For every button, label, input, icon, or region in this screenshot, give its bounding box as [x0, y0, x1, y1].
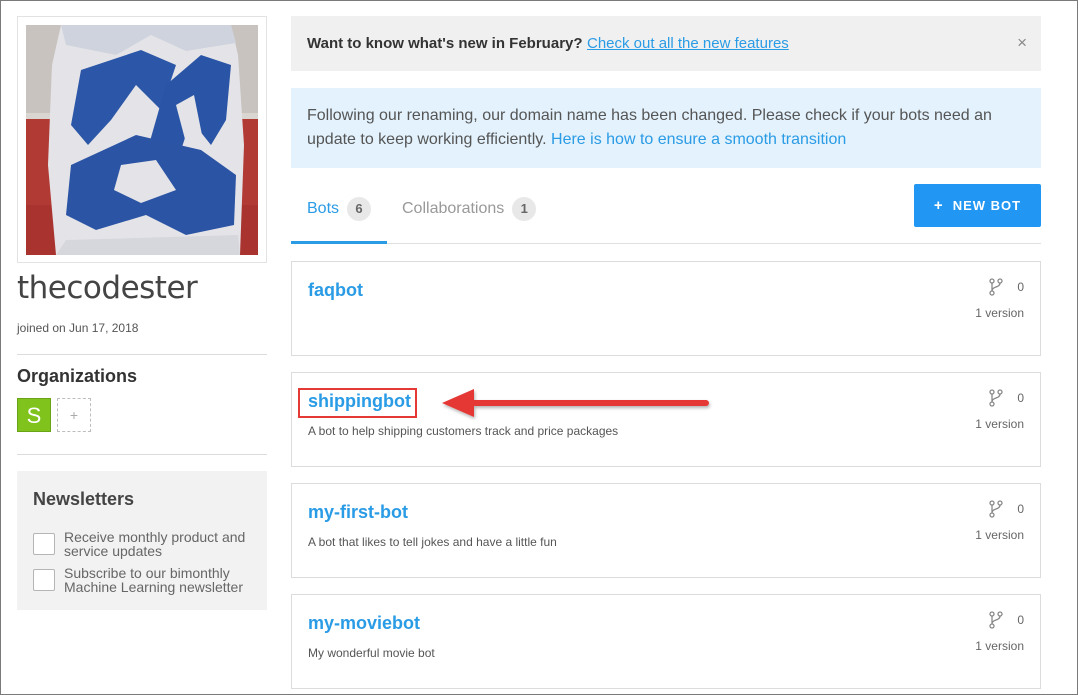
newsletter-checkbox[interactable] — [33, 533, 55, 555]
fork-count: 0 — [1017, 391, 1024, 405]
bot-description: My wonderful movie bot — [308, 646, 435, 660]
newsletter-label: Subscribe to our bimonthly Machine Learn… — [64, 565, 243, 595]
bot-card-my-first-bot[interactable]: my-first-bot A bot that likes to tell jo… — [291, 483, 1041, 578]
fork-icon — [989, 500, 1003, 518]
avatar[interactable] — [17, 16, 267, 263]
tab-label: Collaborations — [402, 200, 505, 217]
bot-name-link[interactable]: faqbot — [308, 280, 363, 301]
bot-name-link[interactable]: my-first-bot — [308, 502, 408, 523]
fork-count: 0 — [1017, 280, 1024, 294]
tab-count-badge: 6 — [347, 197, 372, 221]
bot-meta: 0 1 version — [944, 500, 1024, 550]
bot-meta: 0 1 version — [944, 389, 1024, 439]
tab-bots[interactable]: Bots 6 — [307, 197, 372, 221]
bot-card-my-moviebot[interactable]: my-moviebot My wonderful movie bot 0 1 v… — [291, 594, 1041, 689]
version-count: 1 version — [975, 306, 1024, 320]
fork-count: 0 — [1017, 502, 1024, 516]
newsletter-label: Receive monthly product and service upda… — [64, 529, 246, 559]
bot-description: A bot to help shipping customers track a… — [308, 424, 619, 438]
newsletter-checkbox[interactable] — [33, 569, 55, 591]
tabs-divider — [291, 243, 1041, 244]
new-bot-button[interactable]: + NEW BOT — [914, 184, 1041, 227]
whats-new-banner: Want to know what's new in February? Che… — [291, 16, 1041, 71]
newsletters-panel: Newsletters Receive monthly product and … — [17, 471, 267, 610]
organizations-title: Organizations — [17, 366, 138, 386]
close-icon[interactable]: × — [1017, 33, 1027, 53]
fork-icon — [989, 611, 1003, 629]
org-badge-s[interactable]: S — [17, 398, 51, 432]
banner-link[interactable]: Check out all the new features — [587, 35, 789, 52]
notice-body: Following our renaming, our domain name … — [307, 104, 1007, 152]
annotation-highlight-box — [298, 388, 417, 418]
bot-meta: 0 1 version — [944, 278, 1024, 328]
bot-meta: 0 1 version — [944, 611, 1024, 661]
annotation-arrow-icon — [442, 389, 709, 417]
add-organization-button[interactable]: + — [57, 398, 91, 432]
notice-link[interactable]: Here is how to ensure a smooth transitio… — [551, 131, 846, 148]
banner-text: Want to know what's new in February? — [307, 35, 583, 52]
newsletters-title: Newsletters — [33, 489, 135, 509]
fork-count: 0 — [1017, 613, 1024, 627]
avatar-image — [26, 25, 258, 255]
bot-card-faqbot[interactable]: faqbot 0 1 version — [291, 261, 1041, 356]
tab-count-badge: 1 — [512, 197, 537, 221]
tab-collaborations[interactable]: Collaborations 1 — [402, 197, 537, 221]
joined-date: joined on Jun 17, 2018 — [17, 321, 139, 335]
active-tab-indicator — [291, 241, 387, 244]
version-count: 1 version — [975, 417, 1024, 431]
username: thecodester — [17, 270, 198, 306]
fork-icon — [989, 389, 1003, 407]
divider — [17, 354, 267, 355]
fork-icon — [989, 278, 1003, 296]
tab-label: Bots — [307, 200, 340, 217]
bot-name-link[interactable]: my-moviebot — [308, 613, 420, 634]
bot-description: A bot that likes to tell jokes and have … — [308, 535, 557, 549]
version-count: 1 version — [975, 528, 1024, 542]
plus-icon: + — [933, 197, 944, 214]
version-count: 1 version — [975, 639, 1024, 653]
divider — [17, 454, 267, 455]
new-bot-label: NEW BOT — [952, 198, 1022, 213]
domain-change-notice: Following our renaming, our domain name … — [291, 88, 1041, 168]
